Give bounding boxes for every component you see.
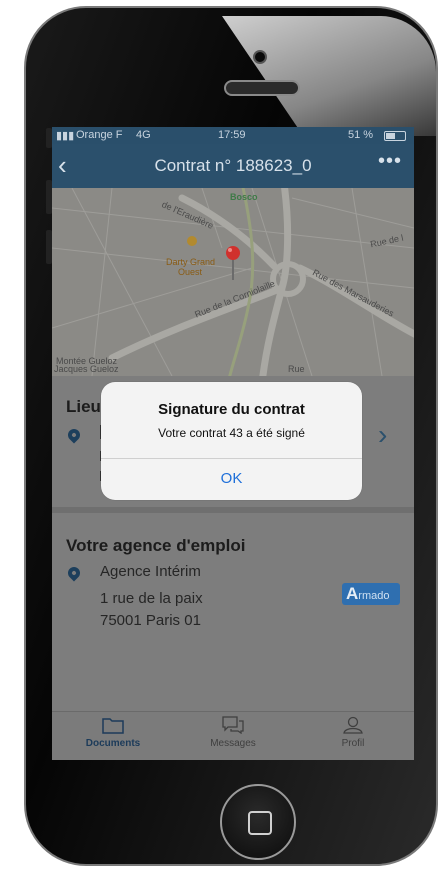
chat-icon	[222, 716, 244, 734]
agency-address-line2: 75001 Paris 01	[100, 612, 201, 629]
agency-address-line1: 1 rue de la paix	[100, 590, 203, 607]
location-pin-icon	[65, 564, 83, 582]
clock-label: 17:59	[218, 129, 246, 141]
tab-documents[interactable]: Documents	[68, 716, 158, 749]
workplace-title: Lieu	[66, 397, 101, 416]
ok-button[interactable]: OK	[101, 458, 362, 500]
map-label-darty-2: Ouest	[178, 267, 203, 277]
network-label: 4G	[136, 129, 151, 141]
agency-logo: Armado	[342, 583, 400, 605]
more-options-icon[interactable]: •••	[378, 150, 402, 173]
signal-icon: ▮▮▮	[56, 130, 75, 142]
page-title: Contrat n° 188623_0	[154, 156, 312, 175]
agency-logo-letter: A	[346, 584, 359, 603]
location-pin-icon	[65, 426, 83, 444]
status-bar: ▮▮▮ Orange F 4G 17:59 51 %	[52, 127, 414, 144]
location-map[interactable]: Bosco de l'Eraudière Darty Grand Ouest R…	[52, 188, 414, 376]
carrier-label: Orange F	[76, 129, 123, 141]
signature-alert-dialog: Signature du contrat Votre contrat 43 a …	[101, 382, 362, 500]
home-button[interactable]	[220, 784, 296, 860]
battery-icon	[384, 131, 406, 141]
agency-card: Votre agence d'emploi Agence Intérim 1 r…	[52, 513, 414, 707]
folder-icon	[102, 718, 124, 734]
tab-messages[interactable]: Messages	[188, 716, 278, 749]
earpiece-speaker	[224, 80, 300, 96]
map-roads	[52, 188, 414, 376]
agency-title: Votre agence d'emploi	[66, 536, 246, 555]
app-screen: ▮▮▮ Orange F 4G 17:59 51 % ‹ Contrat n° …	[52, 127, 414, 760]
tab-documents-label: Documents	[85, 738, 141, 749]
tab-bar: Documents Messages Profil	[52, 711, 414, 760]
front-camera	[253, 50, 267, 64]
tab-messages-label: Messages	[210, 738, 256, 749]
home-square-icon	[248, 811, 272, 835]
phone-glare	[222, 16, 436, 136]
battery-label: 51 %	[348, 129, 374, 141]
map-label-darty-1: Darty Grand	[166, 257, 216, 267]
navigation-bar: ‹ Contrat n° 188623_0 •••	[52, 144, 414, 188]
alert-title: Signature du contrat	[158, 401, 305, 418]
map-label-rue-bottom: Rue	[288, 364, 305, 374]
chevron-right-icon[interactable]: ›	[378, 419, 387, 451]
tab-profil-label: Profil	[341, 738, 365, 749]
agency-name: Agence Intérim	[100, 563, 201, 580]
agency-logo-text: rmado	[358, 590, 390, 602]
tab-profil[interactable]: Profil	[308, 716, 398, 749]
map-label-jacques: Jacques Gueloz	[54, 364, 119, 374]
map-label-bosco: Bosco	[230, 192, 258, 202]
person-icon	[343, 716, 363, 734]
alert-message: Votre contrat 43 a été signé	[158, 426, 305, 440]
